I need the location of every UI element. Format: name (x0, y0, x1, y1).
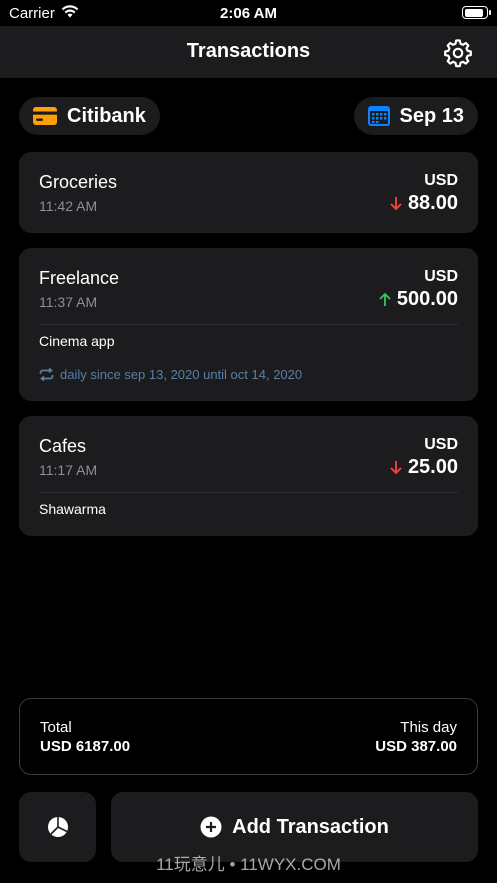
navigation-bar: Transactions (0, 26, 497, 78)
transaction-amount: 500.00 (396, 288, 458, 310)
transaction-amount: 25.00 (407, 456, 458, 478)
transaction-note: Shawarma (39, 501, 106, 517)
card-divider (39, 324, 458, 325)
transaction-card-groceries[interactable]: Groceries 11:42 AM USD 88.00 (19, 152, 478, 233)
credit-card-icon (33, 107, 57, 125)
arrow-down-icon (390, 197, 402, 211)
transaction-amount-row: 88.00 (390, 192, 458, 215)
transaction-note: Cinema app (39, 333, 115, 349)
date-selector[interactable]: Sep 13 (353, 97, 478, 135)
account-selector[interactable]: Citibank (19, 97, 160, 135)
today-label: This day (400, 719, 457, 736)
transaction-time: 11:37 AM (39, 294, 98, 310)
repeat-icon (39, 368, 54, 381)
today-value: USD 387.00 (375, 738, 457, 755)
transaction-time: 11:17 AM (39, 462, 98, 478)
total-label: Total (40, 719, 72, 736)
recurrence-row: daily since sep 13, 2020 until oct 14, 2… (39, 367, 302, 382)
account-name: Citibank (67, 104, 146, 127)
watermark: 11玩意儿 • 11WYX.COM (156, 855, 341, 874)
recurrence-text: daily since sep 13, 2020 until oct 14, 2… (60, 367, 303, 382)
battery-icon (462, 6, 491, 19)
transaction-card-cafes[interactable]: Cafes 11:17 AM USD 25.00 Shawarma (19, 416, 478, 536)
calendar-icon (367, 106, 390, 126)
today-block: This day USD 387.00 (375, 719, 457, 755)
page-title: Transactions (186, 40, 311, 62)
card-divider (39, 492, 458, 493)
transaction-currency: USD (424, 436, 458, 453)
status-bar: Carrier 2:06 AM (0, 0, 497, 26)
pie-chart-icon (47, 817, 68, 837)
transaction-name: Freelance (39, 268, 120, 288)
transaction-card-freelance[interactable]: Freelance 11:37 AM USD 500.00 Cinema app… (19, 248, 478, 401)
transaction-amount: 88.00 (407, 192, 458, 214)
transaction-amount-row: 25.00 (390, 456, 458, 479)
selected-date: Sep 13 (399, 104, 464, 127)
transaction-name: Cafes (39, 436, 87, 456)
plus-circle-icon (200, 816, 222, 838)
status-time: 2:06 AM (220, 5, 277, 22)
transaction-name: Groceries (39, 172, 118, 192)
total-value: USD 6187.00 (40, 738, 131, 755)
transaction-amount-row: 500.00 (379, 288, 458, 311)
arrow-down-icon (390, 461, 402, 475)
battery-fill (464, 8, 483, 17)
arrow-up-icon (379, 292, 391, 306)
totals-summary: Total USD 6187.00 This day USD 387.00 (19, 698, 478, 775)
gear-icon (444, 39, 472, 68)
settings-button[interactable] (443, 38, 473, 68)
transaction-time: 11:42 AM (39, 198, 98, 214)
add-transaction-label: Add Transaction (232, 815, 389, 838)
transaction-currency: USD (424, 172, 458, 189)
total-block: Total USD 6187.00 (40, 719, 130, 755)
transaction-currency: USD (424, 268, 458, 285)
